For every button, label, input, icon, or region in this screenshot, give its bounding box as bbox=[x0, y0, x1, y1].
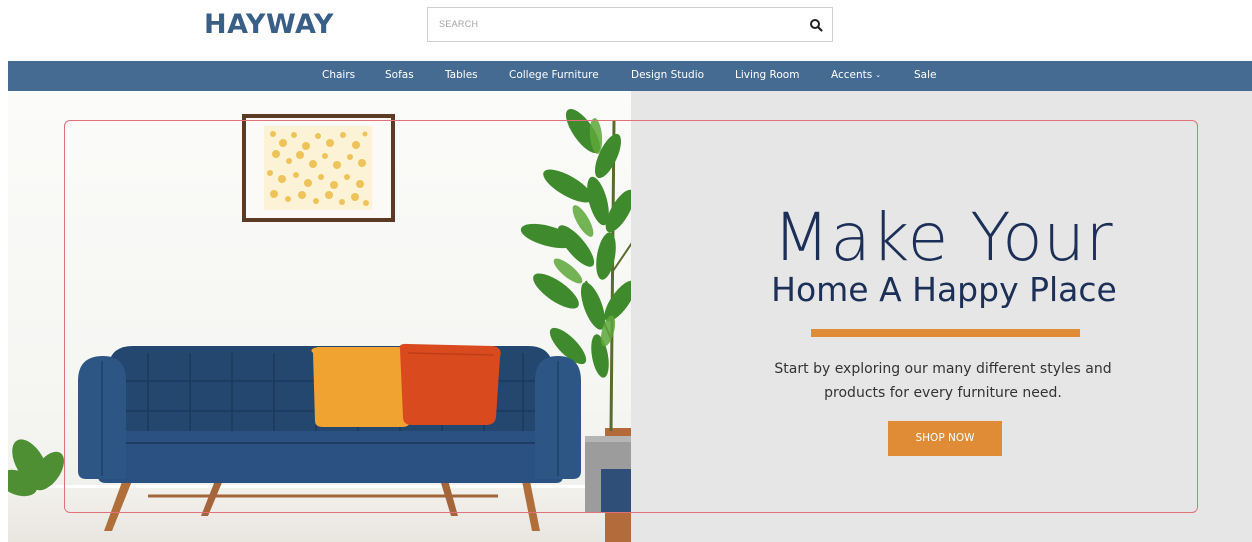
nav-item-college-furniture[interactable]: College Furniture bbox=[509, 61, 599, 91]
search-icon[interactable] bbox=[808, 17, 824, 33]
search-input[interactable] bbox=[428, 8, 798, 41]
wall-art bbox=[242, 114, 395, 222]
hero-headline-line2: Home A Happy Place bbox=[771, 270, 1117, 309]
shop-now-button[interactable]: SHOP NOW bbox=[888, 421, 1002, 456]
hero-image bbox=[8, 91, 631, 542]
hero-divider bbox=[811, 329, 1080, 337]
nav-item-accents-label: Accents bbox=[831, 69, 873, 81]
nav-item-sale[interactable]: Sale bbox=[914, 61, 936, 91]
nav-item-chairs[interactable]: Chairs bbox=[322, 61, 355, 91]
hero-banner: Make Your Home A Happy Place Start by ex… bbox=[8, 91, 1252, 542]
hero-text-panel bbox=[631, 91, 1252, 542]
search-box bbox=[427, 7, 833, 42]
nav-item-tables[interactable]: Tables bbox=[445, 61, 478, 91]
nav-item-living-room[interactable]: Living Room bbox=[735, 61, 799, 91]
chevron-down-icon: ⌄ bbox=[875, 71, 882, 79]
hero-subtext: Start by exploring our many different st… bbox=[774, 361, 1112, 401]
main-nav: Chairs Sofas Tables College Furniture De… bbox=[8, 61, 1252, 91]
living-room-illustration bbox=[8, 108, 631, 542]
nav-item-design-studio[interactable]: Design Studio bbox=[631, 61, 704, 91]
hero-headline-line1: Make Your bbox=[772, 199, 1114, 276]
nav-item-accents[interactable]: Accents ⌄ bbox=[831, 61, 881, 91]
site-logo[interactable]: HAYWAY bbox=[204, 9, 334, 40]
nav-item-sofas[interactable]: Sofas bbox=[385, 61, 414, 91]
site-header: HAYWAY bbox=[0, 0, 1252, 61]
